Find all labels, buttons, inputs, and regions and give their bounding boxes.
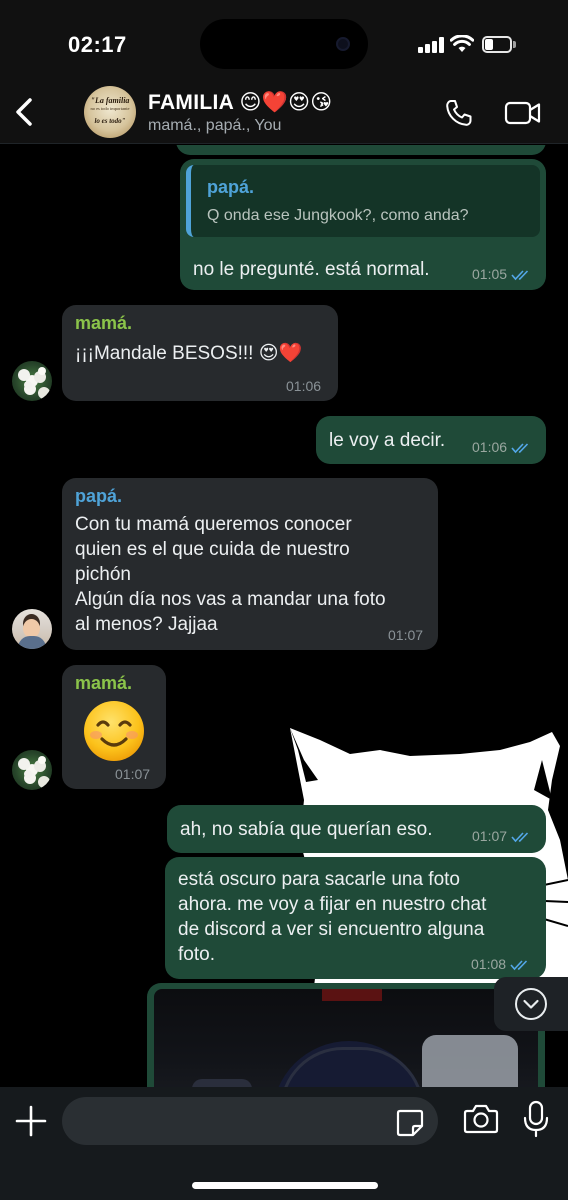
avatar-text-line1: "La familia [90, 96, 130, 105]
message-text-field[interactable] [62, 1097, 438, 1145]
message-input-bar [0, 1087, 568, 1200]
double-check-read-icon [510, 960, 528, 971]
photo-thumbnail[interactable] [154, 989, 538, 1087]
message-meta: 01:07 [472, 828, 531, 844]
message-bubble-outgoing[interactable]: ah, no sabía que querían eso. 01:07 [167, 805, 546, 853]
smiling-face-emoji [84, 701, 144, 761]
scroll-to-bottom-button[interactable] [494, 977, 568, 1031]
avatar-papa[interactable] [12, 609, 52, 649]
group-avatar[interactable]: "La familia no es todo importante lo es … [84, 86, 136, 138]
quoted-sender: papá. [207, 177, 255, 197]
status-time: 02:17 [68, 32, 127, 57]
chat-area[interactable]: papá. Q onda ese Jungkook?, como anda? n… [0, 145, 568, 1087]
avatar-text-line2: no es todo importante [90, 106, 130, 111]
microphone-icon[interactable] [522, 1100, 550, 1138]
back-button[interactable] [8, 92, 42, 132]
cellular-signal-icon [418, 37, 444, 53]
video-camera-icon[interactable] [504, 99, 542, 127]
plus-icon[interactable] [14, 1104, 48, 1138]
double-check-read-icon [511, 832, 529, 843]
battery-icon [482, 36, 516, 53]
message-sender[interactable]: mamá. [75, 673, 132, 694]
message-time: 01:06 [286, 378, 322, 394]
camera-icon[interactable] [462, 1102, 500, 1136]
message-meta: 01:06 [472, 439, 531, 455]
chat-header: "La familia no es todo importante lo es … [0, 80, 568, 144]
message-bubble-outgoing[interactable]: está oscuro para sacarle una foto ahora.… [165, 857, 546, 979]
message-bubble-outgoing[interactable]: papá. Q onda ese Jungkook?, como anda? n… [180, 159, 546, 290]
message-time: 01:07 [388, 627, 424, 643]
message-time: 01:06 [472, 439, 508, 455]
message-sender[interactable]: mamá. [75, 313, 132, 334]
double-check-read-icon [511, 443, 529, 454]
person-with-headphones-image [272, 1041, 426, 1087]
chevron-down-circle-icon [515, 988, 547, 1020]
home-indicator[interactable] [192, 1182, 378, 1189]
status-bar: 02:17 [0, 0, 568, 80]
message-time: 01:07 [115, 766, 151, 782]
message-bubble-incoming[interactable]: mamá. 01:07 [62, 665, 166, 789]
avatar-text-line3: lo es todo" [94, 117, 126, 125]
message-text: no le pregunté. está normal. [193, 259, 430, 280]
message-time: 01:08 [471, 956, 507, 972]
quoted-message[interactable]: papá. Q onda ese Jungkook?, como anda? [186, 165, 540, 237]
phone-icon[interactable] [444, 98, 474, 128]
avatar-mama[interactable] [12, 750, 52, 790]
previous-message-bubble[interactable] [176, 145, 546, 155]
dynamic-island [200, 19, 368, 69]
message-text: Con tu mamá queremos conocer quien es el… [75, 514, 386, 635]
group-title[interactable]: FAMILIA 😊❤️😍😘 [148, 90, 332, 115]
message-bubble-incoming[interactable]: mamá. ¡¡¡Mandale BESOS!!! 😍❤️ 01:06 [62, 305, 338, 401]
message-meta: 01:05 [472, 266, 531, 282]
front-camera-icon [336, 37, 350, 51]
message-bubble-outgoing[interactable]: le voy a decir. 01:06 [316, 416, 546, 464]
message-time: 01:05 [472, 266, 508, 282]
message-time: 01:07 [472, 828, 508, 844]
avatar-mama[interactable] [12, 361, 52, 401]
message-text: ah, no sabía que querían eso. [180, 819, 433, 840]
message-meta: 01:08 [471, 956, 530, 972]
message-bubble-incoming[interactable]: papá. Con tu mamá queremos conocer quien… [62, 478, 438, 650]
double-check-read-icon [511, 270, 529, 281]
sticker-icon[interactable] [394, 1107, 426, 1139]
message-text: está oscuro para sacarle una foto ahora.… [178, 869, 487, 965]
message-text: ¡¡¡Mandale BESOS!!! 😍❤️ [75, 343, 303, 364]
message-input[interactable] [80, 1105, 380, 1137]
quoted-text: Q onda ese Jungkook?, como anda? [207, 207, 469, 224]
group-members[interactable]: mamá., papá., You [148, 117, 281, 135]
image-message-bubble[interactable] [147, 983, 545, 1087]
message-sender[interactable]: papá. [75, 486, 122, 507]
wifi-icon [450, 35, 474, 52]
message-text: le voy a decir. [329, 430, 446, 451]
